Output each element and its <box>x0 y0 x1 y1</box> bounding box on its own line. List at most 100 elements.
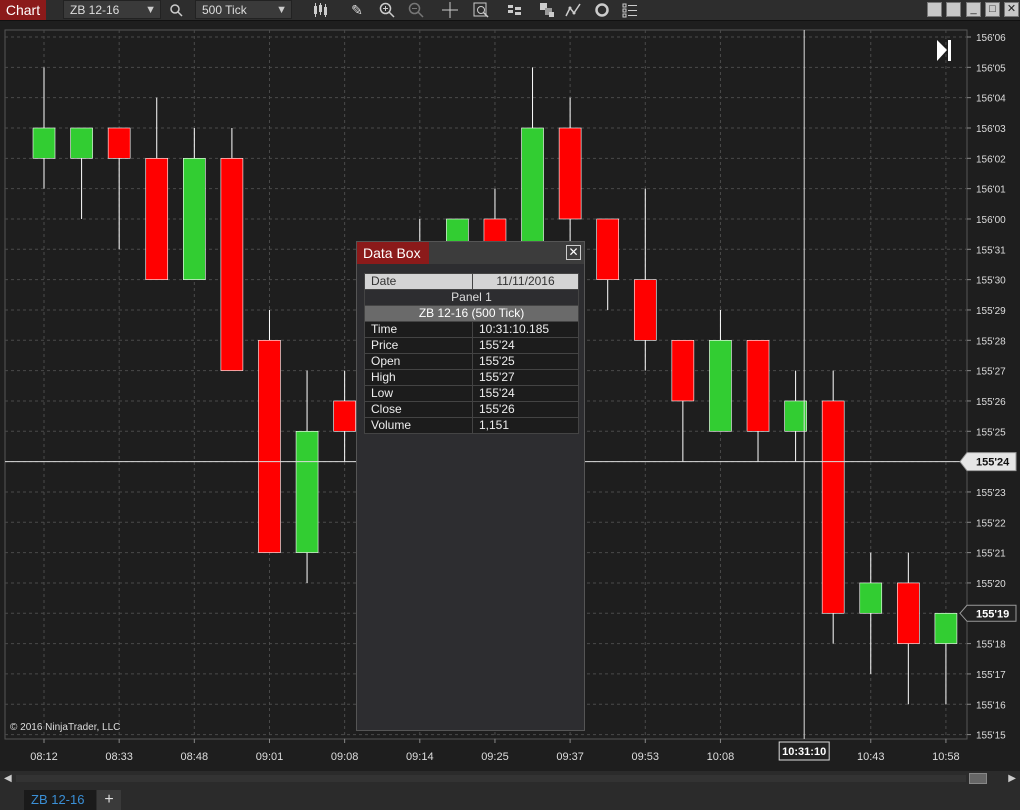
copyright-notice: © 2016 NinjaTrader, LLC <box>10 722 121 733</box>
candle-body <box>596 218 620 280</box>
time-tick-label: 09:01 <box>256 751 284 763</box>
data-box-panel-row: Panel 1 <box>364 289 579 306</box>
add-tab-button[interactable]: + <box>97 790 121 810</box>
maximize-button[interactable]: □ <box>985 2 1000 17</box>
price-tick-label: 156'04 <box>976 94 1006 105</box>
time-tick-label: 10:58 <box>932 751 960 763</box>
price-tick-label: 156'06 <box>976 33 1006 44</box>
price-tick-label: 156'02 <box>976 154 1006 165</box>
price-tick-label: 156'00 <box>976 215 1006 226</box>
minimize-button[interactable]: _ <box>966 2 981 17</box>
row-label: Close <box>364 401 473 418</box>
scroll-left-icon[interactable]: ◀ <box>4 771 12 786</box>
price-tick-label: 155'29 <box>976 306 1006 317</box>
price-tick-label: 155'17 <box>976 670 1006 681</box>
candle-body <box>633 279 657 341</box>
close-button[interactable]: ✕ <box>1004 2 1019 17</box>
pencil-icon[interactable]: ✎ <box>347 1 367 19</box>
scroll-track[interactable] <box>16 775 966 782</box>
crosshair-icon[interactable] <box>440 1 460 19</box>
candle-body <box>521 127 544 250</box>
chart-toolbar: Chart ZB 12-16 ▼ 500 Tick ▼ ✎ _ □ ✕ <box>0 0 1020 21</box>
data-box-row: Price 155'24 <box>364 337 579 354</box>
price-tick-label: 156'03 <box>976 124 1006 135</box>
properties-icon[interactable] <box>537 1 557 19</box>
data-box-header[interactable]: Data Box ✕ <box>357 242 584 264</box>
candle-body <box>258 339 281 553</box>
candlestick-icon[interactable] <box>310 1 330 19</box>
time-tick-label: 09:14 <box>406 751 434 763</box>
instrument-label: ZB 12-16 <box>70 3 120 17</box>
candle-body <box>671 339 695 402</box>
price-tick-label: 155'20 <box>976 579 1006 590</box>
candle <box>821 370 845 644</box>
tile-button[interactable] <box>946 2 961 17</box>
candle-body <box>32 127 56 159</box>
candle-body <box>295 430 319 553</box>
candle-body <box>107 127 131 159</box>
horizontal-scrollbar[interactable]: ◀ ▶ <box>0 771 1020 786</box>
price-tick-label: 155'21 <box>976 549 1006 560</box>
chevron-down-icon: ▼ <box>145 4 156 16</box>
price-tick-label: 155'27 <box>976 367 1006 378</box>
app-title[interactable]: Chart <box>0 0 46 20</box>
price-tick-label: 155'16 <box>976 700 1006 711</box>
row-value: 155'27 <box>472 369 579 386</box>
candle-body <box>934 612 958 644</box>
candle <box>258 309 281 553</box>
close-icon[interactable]: ✕ <box>566 245 581 260</box>
candle-body <box>220 158 244 371</box>
refresh-icon[interactable] <box>592 1 612 19</box>
scroll-right-icon[interactable]: ▶ <box>1008 771 1016 786</box>
interval-selector[interactable]: 500 Tick ▼ <box>195 0 292 19</box>
row-label: High <box>364 369 473 386</box>
tab-zb-12-16[interactable]: ZB 12-16 <box>24 790 96 810</box>
minimize-all-button[interactable] <box>927 2 942 17</box>
indicator-icon[interactable] <box>563 1 583 19</box>
row-value: 155'26 <box>472 401 579 418</box>
price-tick-label: 155'15 <box>976 731 1006 742</box>
data-box-row: High 155'27 <box>364 369 579 386</box>
data-box-row: Volume 1,151 <box>364 417 579 434</box>
time-tick-label: 10:08 <box>707 751 735 763</box>
instrument-selector[interactable]: ZB 12-16 ▼ <box>63 0 161 19</box>
data-box-row: Close 155'26 <box>364 401 579 418</box>
candle-body <box>70 127 93 159</box>
interval-label: 500 Tick <box>202 3 247 17</box>
tab-bar: ZB 12-16 + <box>0 786 1020 810</box>
list-icon[interactable] <box>620 1 640 19</box>
candle-body <box>897 582 920 644</box>
time-tick-label: 08:48 <box>181 751 209 763</box>
data-box-table: Date 11/11/2016 Panel 1 ZB 12-16 (500 Ti… <box>364 273 579 434</box>
time-tick-label: 08:33 <box>105 751 133 763</box>
bar-style-icon[interactable] <box>505 1 525 19</box>
zoom-in-icon[interactable] <box>377 1 397 19</box>
data-box-title: Data Box <box>357 242 429 264</box>
data-box-window[interactable]: Data Box ✕ Date 11/11/2016 Panel 1 ZB 12… <box>356 241 585 731</box>
row-value: 155'24 <box>472 337 579 354</box>
zoom-out-icon[interactable] <box>406 1 426 19</box>
data-box-row: Time 10:31:10.185 <box>364 321 579 338</box>
row-label: Open <box>364 353 473 370</box>
magnify-chart-icon[interactable] <box>471 1 491 19</box>
time-tick-label: 09:53 <box>632 751 660 763</box>
time-tick-label: 10:43 <box>857 751 885 763</box>
price-tick-label: 155'25 <box>976 427 1006 438</box>
candle-body <box>746 339 770 432</box>
price-tick-label: 155'30 <box>976 276 1006 287</box>
candle-body <box>784 400 807 432</box>
scroll-to-end-bar <box>948 40 951 61</box>
crosshair-price-label: 155'24 <box>976 457 1010 469</box>
chevron-down-icon: ▼ <box>276 4 287 16</box>
date-value: 11/11/2016 <box>472 273 579 290</box>
scroll-thumb[interactable] <box>969 773 987 784</box>
last-price-label: 155'19 <box>976 608 1009 620</box>
search-icon[interactable] <box>166 1 186 19</box>
candle <box>220 127 244 371</box>
price-tick-label: 155'23 <box>976 488 1006 499</box>
row-label: Low <box>364 385 473 402</box>
panel-label: Panel 1 <box>364 289 579 306</box>
price-tick-label: 156'05 <box>976 63 1006 74</box>
row-value: 10:31:10.185 <box>472 321 579 338</box>
time-tick-label: 09:37 <box>556 751 584 763</box>
